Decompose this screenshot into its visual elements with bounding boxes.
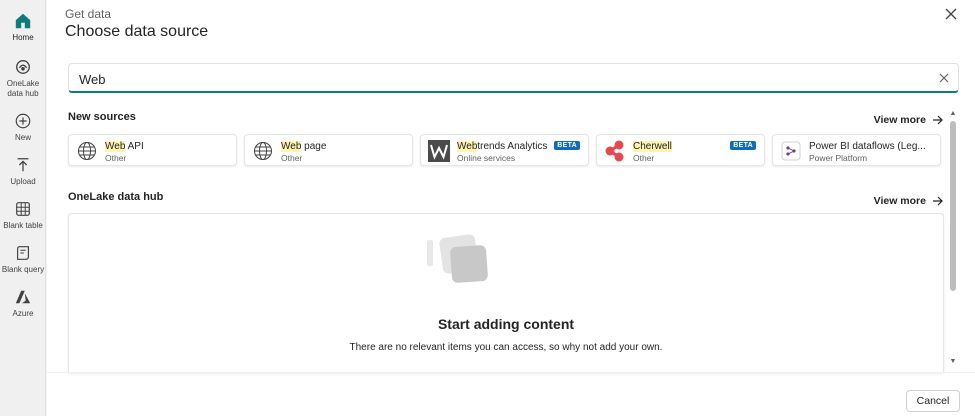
rail-azure[interactable]: Azure <box>0 288 46 319</box>
table-icon <box>16 202 30 216</box>
rail-upload[interactable]: Upload <box>0 156 46 187</box>
source-card-category: Other <box>105 153 127 163</box>
plus-circle-icon <box>15 113 31 129</box>
rail-blank-table-label: Blank table <box>3 221 43 230</box>
rail-blank-query[interactable]: Blank query <box>0 244 46 275</box>
rail-blank-query-label: Blank query <box>1 265 45 274</box>
source-card-web-api[interactable]: Web API Other <box>68 134 237 166</box>
source-card-category: Other <box>281 153 303 163</box>
upload-icon <box>17 158 29 172</box>
source-card-power-bi-dataflows[interactable]: Power BI dataflows (Leg... Power Platfor… <box>772 134 941 166</box>
arrow-right-icon <box>933 196 943 206</box>
rail-home-label: Home <box>12 33 34 42</box>
hub-view-more[interactable]: View more <box>874 195 943 207</box>
rail-blank-table[interactable]: Blank table <box>0 200 46 231</box>
empty-state-title: Start adding content <box>437 316 575 332</box>
rail-onelake[interactable]: OneLake data hub <box>0 58 46 99</box>
hub-heading: OneLake data hub <box>68 191 164 203</box>
arrow-right-icon <box>933 115 943 125</box>
source-card-name: Web API <box>105 141 144 152</box>
source-card-name: Web page <box>281 141 327 152</box>
rail-azure-label: Azure <box>12 309 34 318</box>
empty-state-cards-icon <box>427 234 488 283</box>
rail-upload-label: Upload <box>10 177 36 186</box>
dataflow-icon <box>780 140 802 162</box>
source-card-web-page[interactable]: Web page Other <box>244 134 413 166</box>
search-input[interactable] <box>79 69 919 89</box>
new-sources-view-more-label: View more <box>873 114 926 126</box>
dialog-title: Choose data source <box>65 23 209 40</box>
rail-home[interactable]: Home <box>0 12 46 43</box>
source-card-webtrends[interactable]: Webtrends Analytics Online services BETA <box>420 134 589 166</box>
cherwell-logo-icon <box>604 140 626 162</box>
source-card-category: Power Platform <box>809 153 868 163</box>
source-card-category: Online services <box>457 153 516 163</box>
scrollbar-thumb[interactable] <box>950 121 956 291</box>
close-icon[interactable] <box>943 6 959 22</box>
dialog-eyebrow: Get data <box>65 7 112 21</box>
webtrends-logo-icon <box>428 140 450 162</box>
beta-badge: BETA <box>554 141 580 150</box>
clear-search-icon[interactable] <box>938 72 950 84</box>
rail-new-label: New <box>14 133 31 142</box>
beta-badge: BETA <box>730 141 756 150</box>
left-rail: Home OneLake data hub New Upload Blank ta… <box>0 0 46 416</box>
home-icon <box>15 13 31 29</box>
vertical-scrollbar[interactable]: ▲ ▼ <box>948 110 958 366</box>
onelake-icon <box>16 60 30 74</box>
scroll-up-icon[interactable]: ▲ <box>949 110 957 118</box>
search-box <box>68 63 959 93</box>
hub-panel: Start adding content There are no releva… <box>68 213 944 373</box>
new-sources-cards: Web API Other Web page Other Webtrends A… <box>68 134 944 166</box>
query-icon <box>17 246 29 260</box>
source-card-category: Other <box>633 153 655 163</box>
scroll-down-icon[interactable]: ▼ <box>949 358 957 366</box>
azure-icon <box>15 290 31 304</box>
empty-state-description: There are no relevant items you can acce… <box>349 342 663 353</box>
globe-icon <box>252 140 274 162</box>
source-card-name: Webtrends Analytics <box>457 141 548 152</box>
cancel-button[interactable]: Cancel <box>906 390 960 412</box>
footer-divider <box>47 372 975 373</box>
new-sources-view-more[interactable]: View more <box>874 114 943 126</box>
source-card-cherwell[interactable]: Cherwell Other BETA <box>596 134 765 166</box>
new-sources-heading: New sources <box>68 111 136 123</box>
globe-icon <box>76 140 98 162</box>
rail-new[interactable]: New <box>0 112 46 143</box>
get-data-dialog: Get data Choose data source New sources … <box>47 0 975 416</box>
source-card-name: Power BI dataflows (Leg... <box>809 141 926 152</box>
rail-onelake-label: OneLake data hub <box>6 79 40 98</box>
source-card-name: Cherwell <box>633 141 672 152</box>
hub-view-more-label: View more <box>873 195 926 207</box>
